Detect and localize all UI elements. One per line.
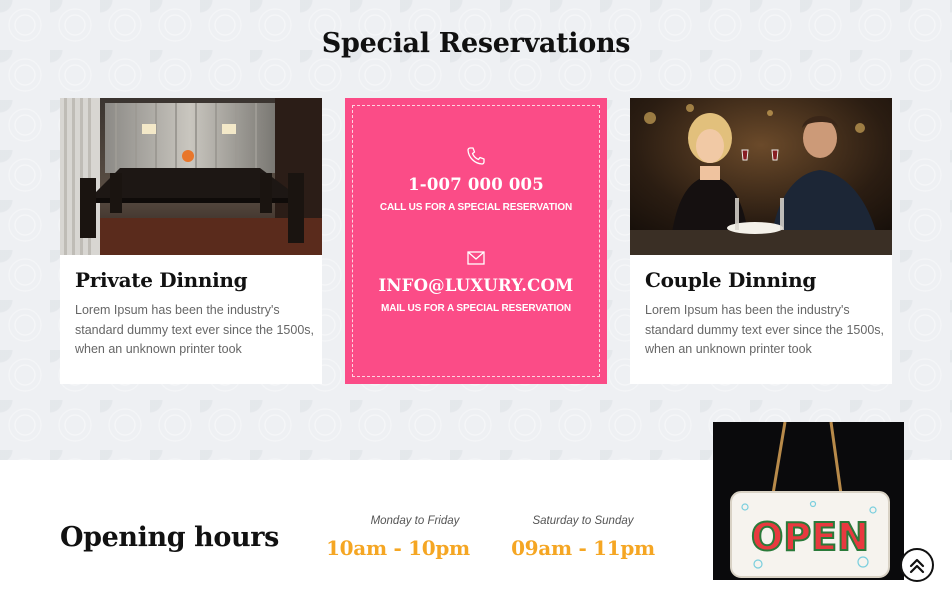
card-title[interactable]: Couple Dinning [645,268,816,292]
scroll-to-top-button[interactable] [900,548,934,582]
double-chevron-up-icon [909,558,925,574]
opening-hours-title: Opening hours [60,522,279,553]
couple-toasting-photo [630,98,892,255]
weekend-time: 09am - 11pm [511,536,655,560]
card-text: Lorem Ipsum has been the industry's stan… [75,303,315,356]
open-sign-text: OPEN [751,515,869,559]
weekday-time: 10am - 10pm [326,536,470,560]
weekday-label: Monday to Friday [370,515,460,527]
section-title: Special Reservations [321,28,631,59]
phone-icon [467,147,485,165]
open-sign-photo: OPEN [713,422,904,580]
contact-box: 1-007 000 005 CALL US FOR A SPECIAL RESE… [345,98,607,384]
weekend-label: Saturday to Sunday [532,515,634,527]
private-dinning-card[interactable]: Private Dinning Lorem Ipsum has been the… [60,98,322,384]
dining-room-photo [60,98,322,255]
email-address[interactable]: INFO@LUXURY.COM [345,276,607,295]
phone-caption: CALL US FOR A SPECIAL RESERVATION [379,202,573,213]
phone-number[interactable]: 1-007 000 005 [345,175,607,194]
envelope-icon [467,251,485,265]
email-caption: MAIL US FOR A SPECIAL RESERVATION [380,303,572,314]
card-title[interactable]: Private Dinning [75,268,248,292]
card-text: Lorem Ipsum has been the industry's stan… [645,303,885,356]
couple-dinning-card[interactable]: Couple Dinning Lorem Ipsum has been the … [630,98,892,384]
